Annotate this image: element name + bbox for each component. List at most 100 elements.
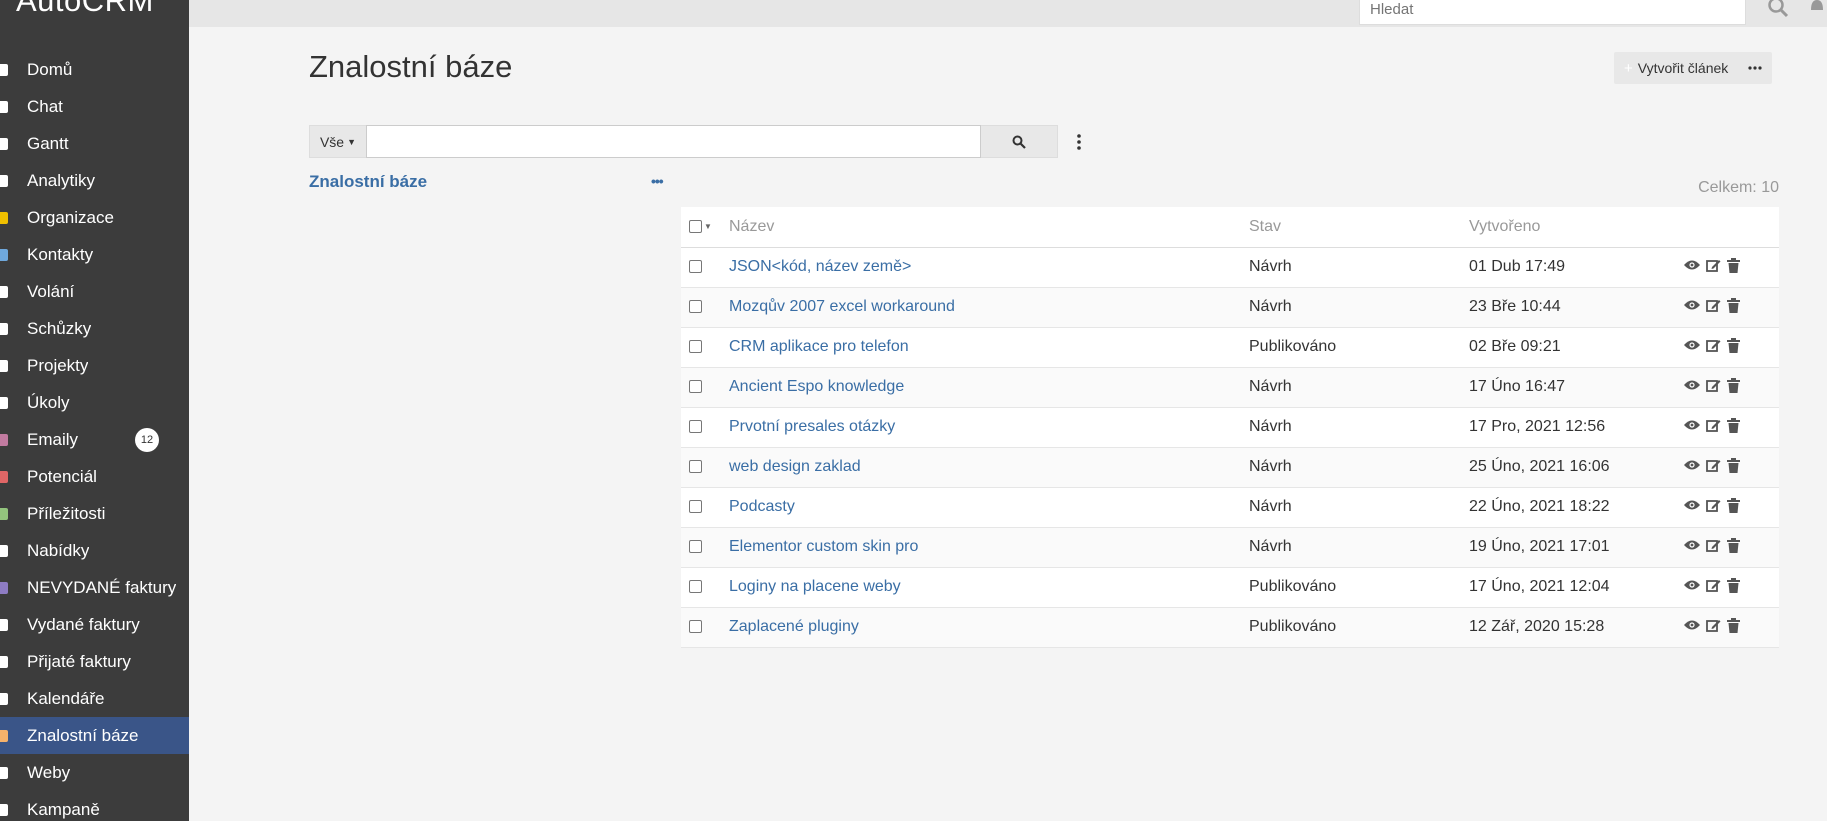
invoice-in-icon: [0, 655, 8, 668]
row-checkbox[interactable]: [689, 620, 702, 634]
scope-dropdown[interactable]: Vše ▼: [309, 125, 366, 158]
trash-icon[interactable]: [1727, 417, 1740, 433]
article-link[interactable]: CRM aplikace pro telefon: [729, 338, 909, 355]
edit-icon[interactable]: [1706, 458, 1721, 473]
edit-icon[interactable]: [1706, 418, 1721, 433]
app-brand[interactable]: AutoCRM: [0, 0, 189, 16]
article-link[interactable]: Prvotní presales otázky: [729, 418, 895, 435]
create-article-button[interactable]: + Vytvořit článek: [1614, 52, 1738, 84]
sidebar-item[interactable]: Potenciál: [0, 458, 189, 495]
view-icon[interactable]: [1684, 539, 1700, 551]
article-link[interactable]: Podcasty: [729, 498, 795, 515]
select-all-checkbox[interactable]: [689, 220, 702, 234]
trash-icon[interactable]: [1727, 617, 1740, 633]
article-link[interactable]: JSON<kód, název země>: [729, 258, 911, 275]
sidebar-item[interactable]: Organizace: [0, 199, 189, 236]
article-link[interactable]: Mozqův 2007 excel workaround: [729, 298, 955, 315]
row-checkbox[interactable]: [689, 380, 702, 394]
sidebar-item[interactable]: Úkoly: [0, 384, 189, 421]
sidebar-item[interactable]: Schůzky: [0, 310, 189, 347]
sidebar-item[interactable]: Volání: [0, 273, 189, 310]
sidebar-item[interactable]: Projekty: [0, 347, 189, 384]
sidebar-item[interactable]: Znalostní báze: [0, 717, 189, 754]
view-icon[interactable]: [1684, 339, 1700, 351]
sidebar-item[interactable]: Chat: [0, 88, 189, 125]
category-title[interactable]: Znalostní báze: [309, 172, 427, 192]
category-more-button[interactable]: •••: [651, 173, 664, 189]
sidebar-item-label: Přijaté faktury: [27, 651, 131, 671]
article-link[interactable]: Elementor custom skin pro: [729, 538, 918, 555]
filter-text-input[interactable]: [366, 125, 981, 158]
caret-down-icon[interactable]: ▼: [704, 222, 712, 231]
trash-icon[interactable]: [1727, 257, 1740, 273]
header-created[interactable]: Vytvořeno: [1469, 207, 1684, 248]
sidebar-item[interactable]: Weby: [0, 754, 189, 791]
row-checkbox[interactable]: [689, 260, 702, 274]
article-link[interactable]: Zaplacené pluginy: [729, 618, 859, 635]
article-link[interactable]: Loginy na placene weby: [729, 578, 901, 595]
article-link[interactable]: web design zaklad: [729, 458, 861, 475]
trash-icon[interactable]: [1727, 577, 1740, 593]
filter-options-button[interactable]: [1071, 131, 1087, 153]
filter-search-button[interactable]: [981, 125, 1058, 158]
view-icon[interactable]: [1684, 419, 1700, 431]
sidebar-item[interactable]: Příležitosti: [0, 495, 189, 532]
sidebar-item[interactable]: Kontakty: [0, 236, 189, 273]
edit-icon[interactable]: [1706, 498, 1721, 513]
row-checkbox[interactable]: [689, 340, 702, 354]
sidebar-item[interactable]: Kampaně: [0, 791, 189, 821]
total-value: 10: [1761, 179, 1779, 196]
edit-icon[interactable]: [1706, 618, 1721, 633]
edit-icon[interactable]: [1706, 298, 1721, 313]
contacts-icon: [0, 248, 8, 261]
edit-icon[interactable]: [1706, 378, 1721, 393]
trash-icon[interactable]: [1727, 537, 1740, 553]
row-checkbox[interactable]: [689, 460, 702, 474]
view-icon[interactable]: [1684, 299, 1700, 311]
trash-icon[interactable]: [1727, 337, 1740, 353]
view-icon[interactable]: [1684, 459, 1700, 471]
row-checkbox[interactable]: [689, 580, 702, 594]
sidebar-item[interactable]: Domů: [0, 51, 189, 88]
sidebar-item[interactable]: Emaily 12: [0, 421, 189, 458]
article-created: 25 Úno, 2021 16:06: [1469, 447, 1684, 488]
header-name[interactable]: Název: [729, 207, 1249, 248]
view-icon[interactable]: [1684, 259, 1700, 271]
row-checkbox[interactable]: [689, 420, 702, 434]
sidebar-item[interactable]: Přijaté faktury: [0, 643, 189, 680]
search-icon[interactable]: [1767, 0, 1791, 20]
view-icon[interactable]: [1684, 379, 1700, 391]
trash-icon[interactable]: [1727, 297, 1740, 313]
header-status[interactable]: Stav: [1249, 207, 1469, 248]
row-checkbox[interactable]: [689, 300, 702, 314]
sidebar-item[interactable]: Kalendáře: [0, 680, 189, 717]
trash-icon[interactable]: [1727, 377, 1740, 393]
edit-icon[interactable]: [1706, 538, 1721, 553]
view-icon[interactable]: [1684, 579, 1700, 591]
more-actions-button[interactable]: [1738, 52, 1772, 84]
edit-icon[interactable]: [1706, 258, 1721, 273]
edit-icon[interactable]: [1706, 338, 1721, 353]
view-icon[interactable]: [1684, 499, 1700, 511]
row-select-cell: [681, 247, 729, 288]
edit-icon[interactable]: [1706, 578, 1721, 593]
bell-icon[interactable]: [1807, 0, 1827, 16]
row-actions: [1684, 447, 1779, 488]
article-status: Návrh: [1249, 527, 1469, 568]
sidebar-item[interactable]: NEVYDANÉ faktury: [0, 569, 189, 606]
row-checkbox[interactable]: [689, 500, 702, 514]
global-search-input[interactable]: [1359, 0, 1746, 25]
article-status: Návrh: [1249, 487, 1469, 528]
article-link[interactable]: Ancient Espo knowledge: [729, 378, 904, 395]
sidebar-item[interactable]: Vydané faktury: [0, 606, 189, 643]
article-name-cell: Mozqův 2007 excel workaround: [729, 287, 1249, 328]
sidebar-item[interactable]: Gantt: [0, 125, 189, 162]
sidebar-item[interactable]: Nabídky: [0, 532, 189, 569]
sidebar-item[interactable]: Analytiky: [0, 162, 189, 199]
view-icon[interactable]: [1684, 619, 1700, 631]
trash-icon[interactable]: [1727, 497, 1740, 513]
trash-icon[interactable]: [1727, 457, 1740, 473]
phone-icon: [0, 285, 8, 298]
row-checkbox[interactable]: [689, 540, 702, 554]
header-actions: [1684, 207, 1779, 248]
